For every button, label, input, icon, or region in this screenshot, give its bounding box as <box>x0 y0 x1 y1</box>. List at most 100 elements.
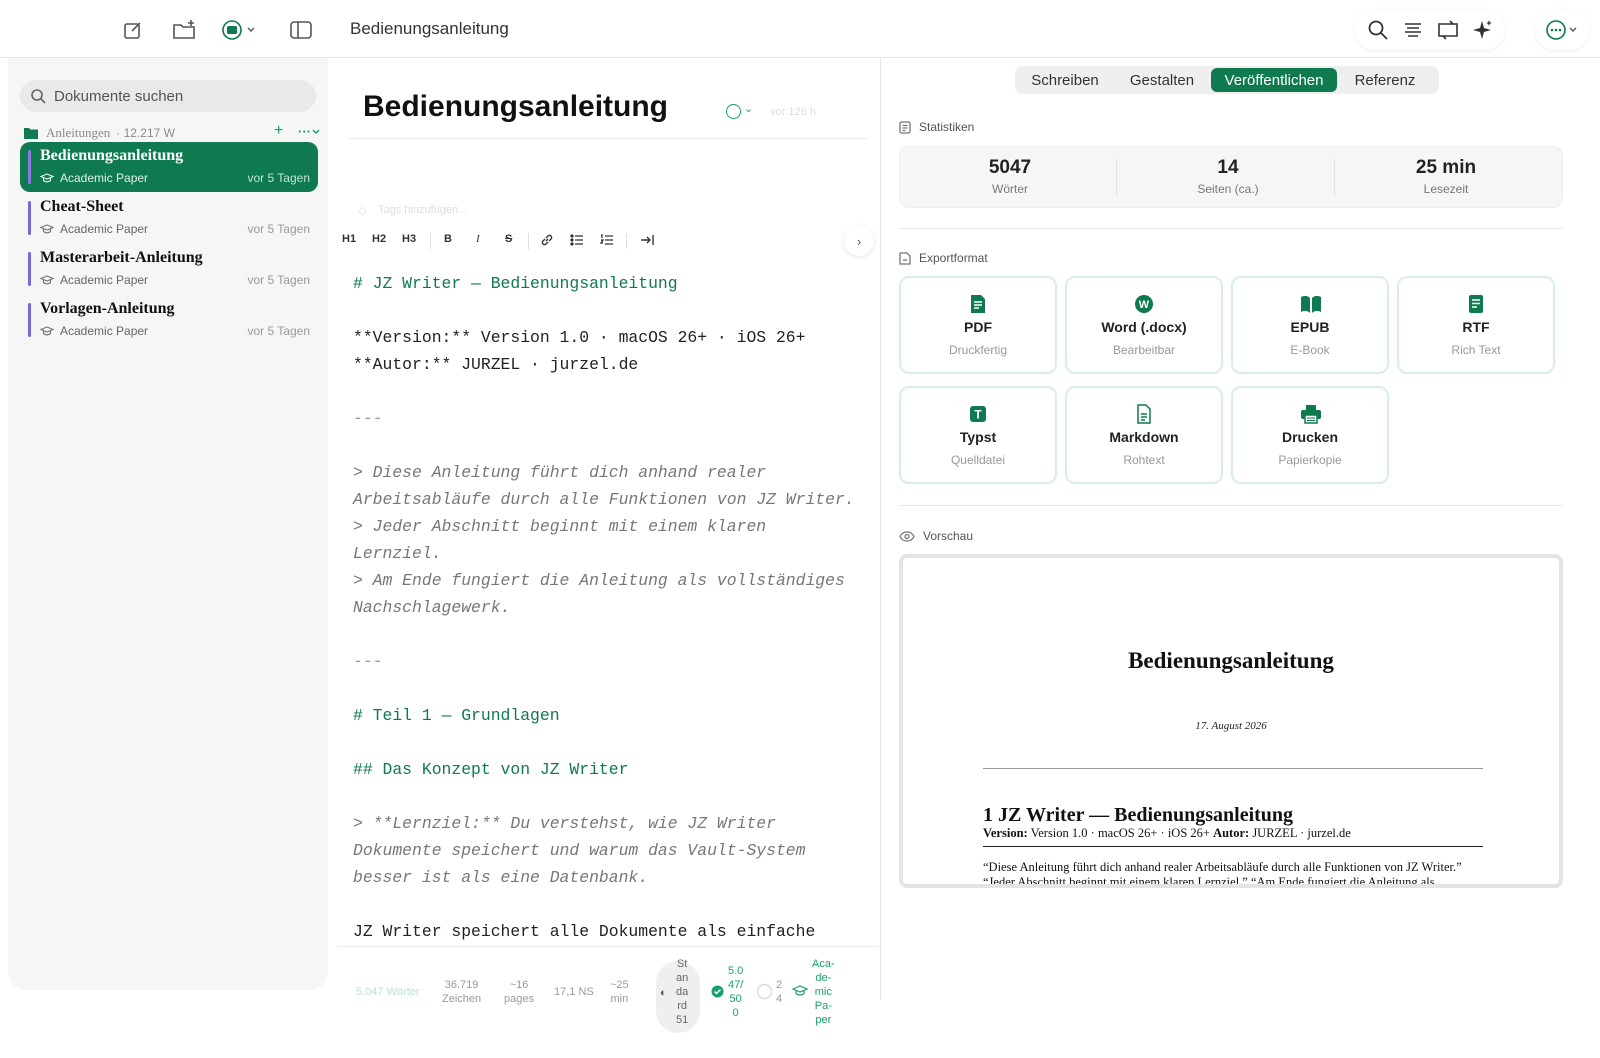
tags-input[interactable]: Tags hinzufügen... <box>378 204 467 216</box>
preview-header: Vorschau <box>899 529 973 543</box>
document-icon <box>899 120 911 134</box>
word-icon: W <box>1134 294 1154 314</box>
bullet-list-icon[interactable] <box>570 233 584 250</box>
section-divider <box>899 228 1563 229</box>
link-icon[interactable] <box>540 233 554 250</box>
export-epub-button[interactable]: EPUB E-Book <box>1231 276 1389 374</box>
status-circle-icon[interactable] <box>726 104 741 119</box>
title-divider <box>348 138 868 139</box>
folder-word-count: · 12.217 W <box>116 126 175 140</box>
tab-referenz[interactable]: Referenz <box>1337 68 1433 92</box>
preview-version-label: Version: <box>983 826 1028 840</box>
export-format-name: Drucken <box>1281 429 1339 445</box>
typst-icon: T <box>968 404 988 424</box>
folder-more-button[interactable]: ··· <box>298 124 321 139</box>
document-item[interactable]: Masterarbeit-Anleitung Academic Paper vor … <box>20 244 318 294</box>
sync-icon[interactable] <box>1435 17 1461 43</box>
statistics-title: Statistiken <box>919 120 975 134</box>
export-pdf-button[interactable]: PDF Druckfertig <box>899 276 1057 374</box>
document-search[interactable] <box>20 80 316 112</box>
bold-button[interactable]: B <box>444 233 452 245</box>
chevron-down-icon[interactable]: ⌄ <box>744 102 753 115</box>
editor-line: --- <box>353 409 383 428</box>
editor-line: **Autor:** JURZEL · jurzel.de <box>353 355 639 374</box>
markdown-editor[interactable]: # JZ Writer — Bedienungsanleitung **Versi… <box>353 270 873 945</box>
folder-row[interactable]: Anleitungen · 12.217 W + ··· <box>24 122 324 142</box>
footer-text-line: per <box>815 1014 832 1026</box>
heading1-button[interactable]: H1 <box>342 233 356 245</box>
word-goal: 5.0 47/50 0 <box>728 964 743 1020</box>
export-format-name: Typst <box>959 429 997 445</box>
editor-line: ## Das Konzept von JZ Writer <box>353 760 629 779</box>
add-document-button[interactable]: + <box>274 122 283 140</box>
document-title[interactable]: Bedienungsanleitung <box>363 90 668 124</box>
footer-text-line: Pa- <box>814 1000 832 1012</box>
export-title: Exportformat <box>919 251 988 265</box>
window-title: Bedienungsanleitung <box>350 19 509 38</box>
numbered-list-icon[interactable] <box>599 233 614 250</box>
export-rtf-button[interactable]: RTF Rich Text <box>1397 276 1555 374</box>
preview-body-line: “Diese Anleitung führt dich anhand reale… <box>983 860 1462 874</box>
footer-text-line: rd <box>677 1000 688 1012</box>
document-color-bar <box>28 201 31 235</box>
stat-value: 5047 <box>988 157 1032 178</box>
outline-icon[interactable] <box>1400 17 1426 43</box>
export-format-description: Rich Text <box>1451 343 1501 357</box>
heading3-button[interactable]: H3 <box>402 233 416 245</box>
template-label[interactable]: Aca-de-mic Pa-per <box>812 957 835 1027</box>
char-count: 36.719 Zeichen <box>442 978 481 1006</box>
export-typst-button[interactable]: T Typst Quelldatei <box>899 386 1057 484</box>
tab-schreiben[interactable]: Schreiben <box>1017 68 1113 92</box>
editor-line: > **Lernziel:** Du verstehst, wie JZ Wri… <box>353 814 776 833</box>
strikethrough-button[interactable]: S <box>505 233 512 245</box>
search-icon <box>31 89 46 104</box>
export-word-docx-button[interactable]: W Word (.docx) Bearbeitbar <box>1065 276 1223 374</box>
export-format-description: E-Book <box>1290 343 1330 357</box>
sidebar-toggle-icon[interactable] <box>288 17 314 43</box>
preview-meta: Version: Version 1.0 · macOS 26+ · iOS 2… <box>983 826 1351 841</box>
graduation-cap-icon <box>40 325 54 335</box>
tab-veröffentlichen[interactable]: Veröffentlichen <box>1211 68 1337 92</box>
contrast-icon[interactable]: ◐ <box>660 986 667 1000</box>
preview-body: “Diese Anleitung führt dich anhand reale… <box>983 860 1483 884</box>
style-label[interactable]: St an da rd 51 <box>676 957 688 1027</box>
preview-title: Vorschau <box>923 529 974 543</box>
export-drucken-button[interactable]: Drucken Papierkopie <box>1231 386 1389 484</box>
vault-icon[interactable] <box>222 17 258 43</box>
mode-tabs: Schreiben Gestalten Veröffentlichen Referen… <box>1015 66 1439 94</box>
tab-gestalten[interactable]: Gestalten <box>1113 68 1211 92</box>
export-format-description: Rohtext <box>1123 453 1165 467</box>
document-item[interactable]: Bedienungsanleitung Academic Paper vor 5 T… <box>20 142 318 192</box>
document-category-label: Academic Paper <box>60 222 149 236</box>
indent-icon[interactable] <box>640 233 654 250</box>
toolbar-separator <box>430 233 431 249</box>
rtf-icon <box>1466 294 1486 314</box>
document-time: vor 5 Tagen <box>247 324 311 338</box>
compose-icon[interactable] <box>120 17 146 43</box>
stat-label: Seiten (ca.) <box>1197 182 1259 196</box>
svg-text:W: W <box>1139 299 1150 311</box>
progress-count: 24 <box>776 978 782 1006</box>
document-item[interactable]: Vorlagen-Anleitung Academic Paper vor 5 Ta… <box>20 295 318 345</box>
graduation-cap-icon <box>40 172 54 182</box>
search-input[interactable] <box>54 87 294 105</box>
sparkle-icon[interactable] <box>1470 17 1496 43</box>
italic-button[interactable]: I <box>476 233 480 245</box>
chevron-right-icon[interactable]: › <box>844 226 874 256</box>
export-format-name: Word (.docx) <box>1101 319 1187 335</box>
stat-words: 5047 Wörter <box>900 157 1120 196</box>
document-preview[interactable]: Bedienungsanleitung 17. August 2026 1 JZ… <box>899 554 1563 888</box>
footer-text-line: mic <box>814 986 832 998</box>
more-icon[interactable] <box>1535 10 1589 50</box>
preview-rule <box>983 768 1483 769</box>
editor-line: > Diese Anleitung führt dich anhand real… <box>353 463 767 482</box>
document-item[interactable]: Cheat-Sheet Academic Paper vor 5 Tagen <box>20 193 318 243</box>
export-markdown-button[interactable]: Markdown Rohtext <box>1065 386 1223 484</box>
new-folder-icon[interactable] <box>172 17 198 43</box>
reading-time: ~25 min <box>610 978 629 1006</box>
heading2-button[interactable]: H2 <box>372 233 386 245</box>
search-icon[interactable] <box>1365 17 1391 43</box>
